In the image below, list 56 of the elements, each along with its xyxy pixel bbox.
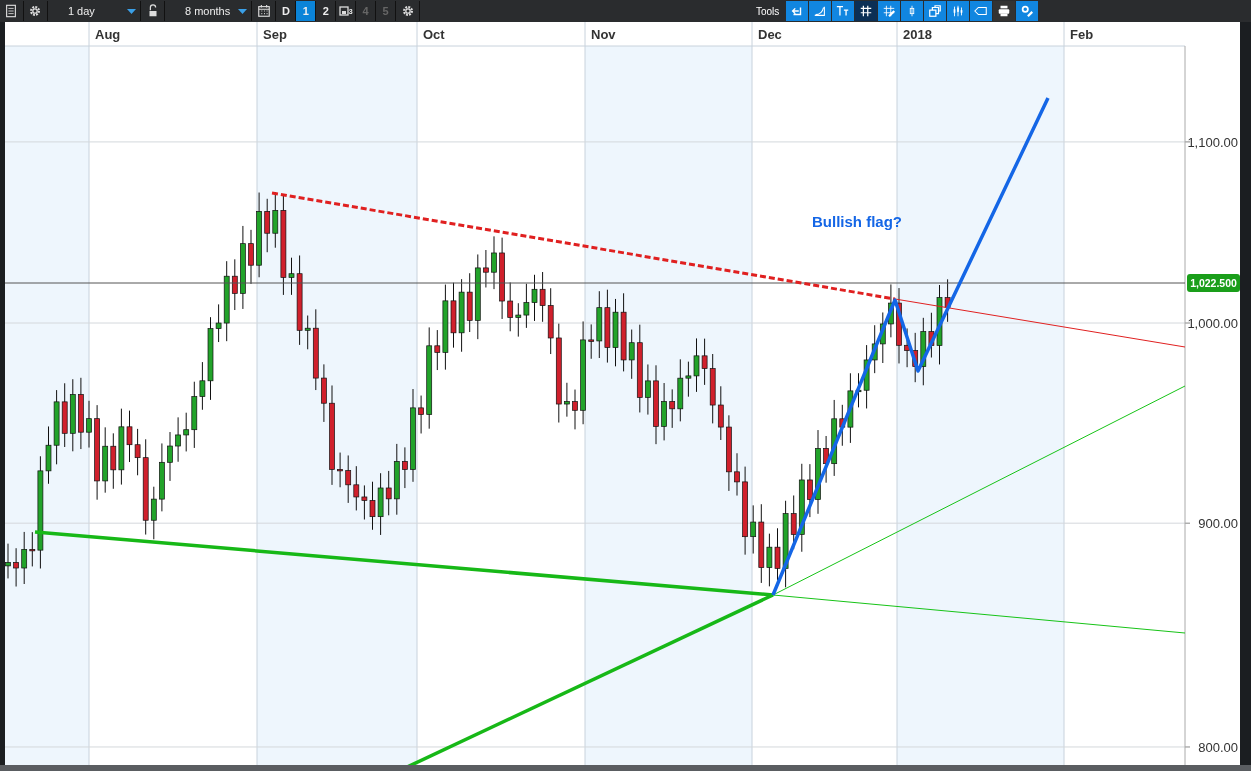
back-tool-icon[interactable]	[786, 1, 809, 21]
candle	[661, 382, 667, 441]
price-axis-label: 900.00	[1198, 516, 1238, 532]
candle	[645, 364, 651, 416]
curve-tool-icon[interactable]	[809, 1, 832, 21]
price-axis-label: 1,100.00	[1187, 134, 1238, 150]
print-tool-icon[interactable]	[993, 1, 1016, 21]
price-axis-label: 800.00	[1198, 739, 1238, 755]
candle	[572, 389, 578, 430]
candle	[159, 442, 165, 512]
candle	[564, 382, 570, 418]
settings-tool-icon[interactable]	[1016, 1, 1039, 21]
text-tool-icon[interactable]	[832, 1, 855, 21]
trend-line[interactable]	[34, 530, 774, 597]
month-label: Oct	[423, 27, 445, 42]
candle-tool-icon[interactable]	[901, 1, 924, 21]
caret-icon	[127, 8, 137, 14]
candle	[807, 463, 813, 518]
candle	[175, 416, 181, 463]
month-label: Nov	[591, 27, 616, 42]
tag-tool-icon[interactable]	[970, 1, 993, 21]
candle	[5, 543, 11, 579]
price-axis-label: 1,000.00	[1187, 316, 1238, 331]
candle	[167, 431, 173, 482]
flag-pattern-line[interactable]	[771, 97, 1050, 596]
trend-line[interactable]	[894, 298, 1186, 348]
month-label: Aug	[95, 27, 121, 42]
caret-icon	[238, 8, 248, 14]
candle	[321, 363, 327, 423]
candle	[248, 229, 254, 285]
grid-pencil-tool-icon[interactable]	[878, 1, 901, 21]
range-dropdown[interactable]: 8 months	[165, 1, 253, 21]
candle	[402, 446, 408, 489]
candle	[418, 395, 424, 434]
grid-tool-icon[interactable]	[855, 1, 878, 21]
month-label: Sep	[263, 27, 287, 42]
save-icon	[338, 6, 349, 16]
month-label: Dec	[758, 27, 782, 42]
candle	[483, 249, 489, 288]
layout-tab[interactable]: 1	[296, 1, 317, 21]
interval-dropdown[interactable]: 1 day	[47, 1, 142, 21]
windows-tool-icon[interactable]	[924, 1, 947, 21]
candle	[904, 327, 910, 368]
candle	[13, 547, 19, 587]
candle	[86, 400, 92, 449]
month-label: 2018	[903, 27, 932, 42]
price-badge: 1,022.500	[1187, 274, 1240, 292]
candle	[491, 235, 497, 290]
trend-line[interactable]	[772, 385, 1186, 596]
candle	[734, 452, 740, 497]
tools-label: Tools	[755, 5, 781, 17]
candles-tool-icon[interactable]	[947, 1, 970, 21]
layout-tab[interactable]: 2	[316, 1, 337, 21]
month-label: Feb	[1070, 27, 1094, 42]
candle	[337, 452, 343, 488]
chart-annotation: Bullish flag?	[812, 213, 902, 230]
